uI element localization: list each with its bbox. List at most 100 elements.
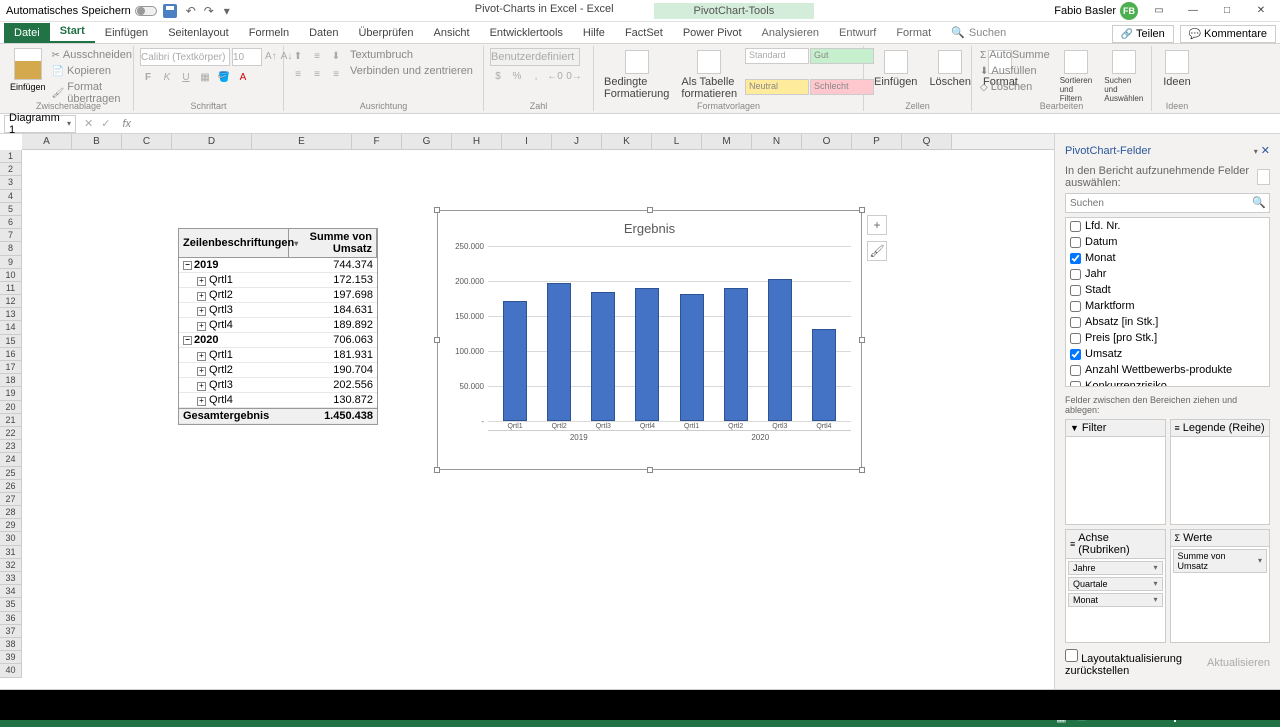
tab-start[interactable]: Start xyxy=(50,21,95,43)
pivot-chart[interactable]: + 🖌 Ergebnis 250.000200.000150.000100.00… xyxy=(437,210,862,470)
tab-pagelayout[interactable]: Seitenlayout xyxy=(158,23,239,43)
field-list[interactable]: Lfd. Nr.DatumMonatJahrStadtMarktformAbsa… xyxy=(1065,217,1270,387)
row-header[interactable]: 17 xyxy=(0,361,22,374)
row-header[interactable]: 13 xyxy=(0,308,22,321)
row-header[interactable]: 3 xyxy=(0,176,22,189)
fx-icon[interactable]: fx xyxy=(118,118,135,130)
row-header[interactable]: 9 xyxy=(0,256,22,269)
column-header[interactable]: E xyxy=(252,134,352,149)
defer-layout-checkbox[interactable]: Layoutaktualisierung zurückstellen xyxy=(1065,649,1207,677)
column-header[interactable]: I xyxy=(502,134,552,149)
axis-field-item[interactable]: Monat ▾ xyxy=(1068,593,1163,607)
column-header[interactable]: A xyxy=(22,134,72,149)
maximize-icon[interactable]: □ xyxy=(1214,1,1240,21)
legend-zone[interactable]: ≡ Legende (Reihe) xyxy=(1170,419,1271,525)
column-header[interactable]: P xyxy=(852,134,902,149)
sort-filter-button[interactable]: Sortieren und Filtern xyxy=(1056,48,1096,109)
column-header[interactable]: L xyxy=(652,134,702,149)
decrease-decimal-icon[interactable]: 0→ xyxy=(566,68,582,84)
save-icon[interactable] xyxy=(163,4,177,18)
pivot-row[interactable]: + Qrtl3184.631 xyxy=(179,303,377,318)
pivot-row[interactable]: + Qrtl2197.698 xyxy=(179,288,377,303)
column-header[interactable]: D xyxy=(172,134,252,149)
conditional-formatting-button[interactable]: Bedingte Formatierung xyxy=(600,48,673,109)
name-box[interactable]: Diagramm 1▾ xyxy=(4,115,76,133)
tab-developer[interactable]: Entwicklertools xyxy=(480,23,573,43)
wrap-text-button[interactable]: Textumbruch xyxy=(348,48,475,62)
row-header[interactable]: 30 xyxy=(0,532,22,545)
tab-file[interactable]: Datei xyxy=(4,23,50,43)
number-format-select[interactable] xyxy=(490,48,580,66)
ideas-button[interactable]: Ideen xyxy=(1158,48,1196,90)
pivot-row[interactable]: + Qrtl1172.153 xyxy=(179,273,377,288)
pivot-row[interactable]: − 2020706.063 xyxy=(179,333,377,348)
increase-decimal-icon[interactable]: ←0 xyxy=(547,68,563,84)
pivot-row[interactable]: + Qrtl1181.931 xyxy=(179,348,377,363)
row-header[interactable]: 40 xyxy=(0,664,22,677)
column-header[interactable]: B xyxy=(72,134,122,149)
row-header[interactable]: 20 xyxy=(0,401,22,414)
row-header[interactable]: 8 xyxy=(0,242,22,255)
row-header[interactable]: 14 xyxy=(0,321,22,334)
share-button[interactable]: 🔗 Teilen xyxy=(1112,25,1174,43)
confirm-formula-icon[interactable]: ✓ xyxy=(101,117,110,130)
row-header[interactable]: 37 xyxy=(0,625,22,638)
field-list-item[interactable]: Monat xyxy=(1066,250,1269,266)
row-header[interactable]: 12 xyxy=(0,295,22,308)
border-button[interactable]: ▦ xyxy=(197,69,213,85)
paste-icon[interactable] xyxy=(14,48,42,80)
chart-bar[interactable] xyxy=(503,301,527,422)
tab-formulas[interactable]: Formeln xyxy=(239,23,299,43)
row-header[interactable]: 19 xyxy=(0,387,22,400)
field-list-item[interactable]: Jahr xyxy=(1066,266,1269,282)
tab-factset[interactable]: FactSet xyxy=(615,23,673,43)
row-header[interactable]: 28 xyxy=(0,506,22,519)
tab-review[interactable]: Überprüfen xyxy=(348,23,423,43)
field-list-item[interactable]: Preis [pro Stk.] xyxy=(1066,330,1269,346)
row-header[interactable]: 36 xyxy=(0,612,22,625)
column-header[interactable]: M xyxy=(702,134,752,149)
fill-button[interactable]: ⬇ Ausfüllen xyxy=(978,64,1052,78)
row-header[interactable]: 33 xyxy=(0,572,22,585)
align-center-icon[interactable]: ≡ xyxy=(309,66,325,82)
row-header[interactable]: 6 xyxy=(0,216,22,229)
pivot-table[interactable]: Zeilenbeschriftungen▾ Summe von Umsatz −… xyxy=(178,228,378,425)
column-header[interactable]: G xyxy=(402,134,452,149)
axis-field-item[interactable]: Quartale ▾ xyxy=(1068,577,1163,591)
pivot-row[interactable]: + Qrtl2190.704 xyxy=(179,363,377,378)
row-header[interactable]: 10 xyxy=(0,269,22,282)
comments-button[interactable]: 💬 Kommentare xyxy=(1180,25,1276,43)
font-color-button[interactable]: A xyxy=(235,69,251,85)
axis-field-item[interactable]: Jahre ▾ xyxy=(1068,561,1163,575)
cell-styles-gallery[interactable]: Standard Gut Neutral Schlecht xyxy=(745,48,874,109)
autosave-toggle[interactable]: Automatisches Speichern xyxy=(6,5,157,17)
align-bottom-icon[interactable]: ⬇ xyxy=(328,48,344,64)
user-account[interactable]: Fabio Basler FB xyxy=(1054,2,1138,20)
field-list-item[interactable]: Datum xyxy=(1066,234,1269,250)
row-header[interactable]: 18 xyxy=(0,374,22,387)
field-list-item[interactable]: Anzahl Wettbewerbs-produkte xyxy=(1066,362,1269,378)
field-list-item[interactable]: Stadt xyxy=(1066,282,1269,298)
align-left-icon[interactable]: ≡ xyxy=(290,66,306,82)
currency-icon[interactable]: $ xyxy=(490,68,506,84)
gear-icon[interactable] xyxy=(1257,169,1270,185)
chart-styles-button[interactable]: 🖌 xyxy=(867,241,887,261)
font-size-select[interactable] xyxy=(232,48,262,66)
row-header[interactable]: 23 xyxy=(0,440,22,453)
row-header[interactable]: 16 xyxy=(0,348,22,361)
chart-bar[interactable] xyxy=(812,329,836,421)
column-header[interactable]: J xyxy=(552,134,602,149)
chart-bar[interactable] xyxy=(680,294,704,421)
field-list-item[interactable]: Lfd. Nr. xyxy=(1066,218,1269,234)
autosum-button[interactable]: Σ AutoSumme xyxy=(978,48,1052,62)
row-header[interactable]: 22 xyxy=(0,427,22,440)
font-name-select[interactable] xyxy=(140,48,230,66)
row-header[interactable]: 15 xyxy=(0,335,22,348)
row-header[interactable]: 25 xyxy=(0,467,22,480)
chart-bar[interactable] xyxy=(547,283,571,421)
tab-design[interactable]: Entwurf xyxy=(829,23,886,43)
chart-elements-button[interactable]: + xyxy=(867,215,887,235)
tab-analyze[interactable]: Analysieren xyxy=(752,23,829,43)
minimize-icon[interactable]: — xyxy=(1180,1,1206,21)
field-list-item[interactable]: Umsatz xyxy=(1066,346,1269,362)
